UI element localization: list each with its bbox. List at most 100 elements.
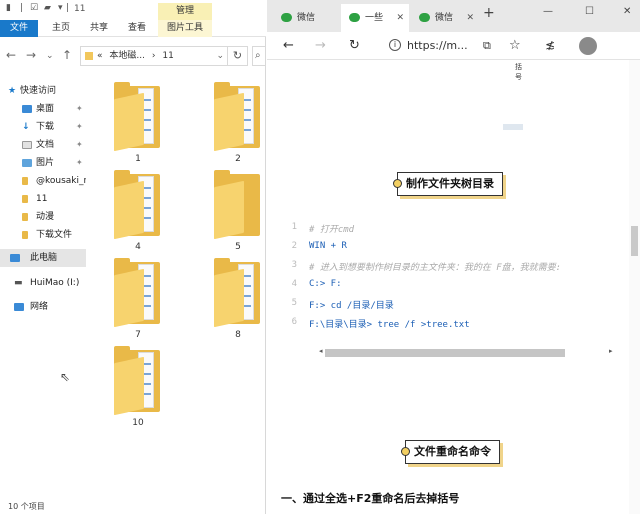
breadcrumb-local-disk[interactable]: 本地磁... (109, 51, 145, 61)
up-icon[interactable]: ↑ (62, 48, 72, 62)
close-icon[interactable]: ✕ (466, 4, 474, 32)
folder-item[interactable]: 8 (198, 258, 278, 346)
nav-item-anime[interactable]: 动漫 (0, 208, 86, 226)
folder-item[interactable]: 1 (98, 82, 178, 170)
nav-label: @kousaki_r (36, 176, 86, 186)
forward-icon[interactable]: → (315, 38, 326, 53)
maximize-icon[interactable]: ☐ (585, 6, 594, 17)
favorites-list-icon[interactable]: ≴ (545, 38, 555, 52)
folder-front (114, 180, 144, 240)
nav-item-download-files[interactable]: 下载文件 (0, 226, 86, 244)
close-icon[interactable]: ✕ (396, 4, 404, 32)
pin-icon[interactable]: ✦ (76, 100, 83, 118)
back-icon[interactable]: ← (6, 48, 16, 62)
new-folder-icon[interactable]: ▰ (44, 3, 51, 13)
new-tab-icon[interactable]: + (483, 5, 495, 21)
tab-share[interactable]: 共享 (82, 20, 116, 37)
heading-text: 制作文件夹树目录 (406, 177, 494, 190)
section-heading-rename: 文件重命名命令 (401, 440, 500, 464)
folder-item[interactable]: 4 (98, 170, 178, 258)
chevron-down-icon[interactable]: ▾ (58, 3, 63, 13)
breadcrumb-11[interactable]: 11 (162, 51, 173, 61)
tab-label: 一些 (365, 13, 384, 23)
nav-label: 动漫 (36, 212, 55, 222)
folder-icon (22, 213, 28, 221)
forward-icon[interactable]: → (26, 48, 36, 62)
close-window-icon[interactable]: ✕ (623, 6, 631, 17)
folder-icon (85, 52, 93, 60)
line-number: 1 (291, 222, 297, 232)
pin-icon[interactable]: ✦ (76, 118, 83, 136)
avatar[interactable] (579, 37, 597, 55)
browser-tab[interactable]: 微信 (273, 4, 339, 32)
screen: ▮ | ☑ ▰ ▾ | 11 管理 文件 主页 共享 查看 图片工具 ← → ⌄… (0, 0, 640, 514)
refresh-icon[interactable]: ↻ (228, 46, 248, 66)
refresh-icon[interactable]: ↻ (349, 38, 360, 53)
article-image: 括号 (277, 62, 523, 132)
minimize-icon[interactable]: — (543, 6, 553, 17)
tab-home[interactable]: 主页 (44, 20, 78, 37)
tab-strip: 微信 一些 ✕ 微信 ✕ + — ☐ ✕ (267, 0, 640, 32)
nav-item-drive[interactable]: ▬ HuiMao (I:) (0, 274, 86, 292)
nav-item-pictures[interactable]: 图片 ✦ (0, 154, 86, 172)
folder-label: 2 (235, 154, 241, 164)
folder-label: 10 (132, 418, 144, 428)
tab-file[interactable]: 文件 (0, 20, 38, 37)
chevron-down-icon[interactable]: ⌄ (46, 51, 54, 61)
folder-front (114, 356, 144, 416)
folder-item[interactable]: 5 (198, 170, 278, 258)
search-icon[interactable]: ⌕ (252, 46, 266, 66)
folder-item[interactable]: 7 (98, 258, 178, 346)
tab-label: 微信 (297, 13, 316, 23)
quick-access[interactable]: ★ 快速访问 (0, 82, 86, 100)
nav-label: 下载文件 (36, 230, 73, 240)
url-bar[interactable]: i https://m... (385, 37, 485, 55)
address-bar[interactable]: « 本地磁... › 11 ⌄ (80, 46, 228, 66)
ribbon-tabs: 文件 主页 共享 查看 图片工具 (0, 20, 266, 37)
back-icon[interactable]: ← (283, 38, 294, 53)
nav-item-desktop[interactable]: 桌面 ✦ (0, 100, 86, 118)
chevron-down-icon[interactable]: ⌄ (216, 47, 224, 65)
info-icon[interactable]: i (389, 39, 401, 51)
nav-label: 下载 (36, 122, 55, 132)
nav-label: HuiMao (I:) (30, 278, 80, 288)
explorer-titlebar: ▮ | ☑ ▰ ▾ | 11 管理 (0, 0, 266, 20)
nav-item-kousaki[interactable]: @kousaki_r (0, 172, 86, 190)
nav-item-documents[interactable]: 文档 ✦ (0, 136, 86, 154)
line-number: 4 (291, 279, 297, 289)
line-number: 5 (291, 298, 297, 308)
pin-icon[interactable]: ✦ (76, 154, 83, 172)
url-text: https://m... (407, 39, 468, 52)
page-vertical-scrollbar[interactable] (629, 60, 640, 514)
folder-item[interactable]: 10 (98, 346, 178, 434)
properties-icon[interactable]: ☑ (30, 3, 38, 13)
wechat-icon (419, 13, 430, 22)
nav-label: 11 (36, 194, 48, 204)
folder-front (214, 268, 244, 328)
drive-icon: ▬ (14, 278, 23, 288)
computer-icon (10, 254, 20, 262)
tab-picture-tools[interactable]: 图片工具 (158, 20, 212, 37)
scroll-right-icon[interactable]: ▸ (609, 347, 613, 355)
folder-grid: 1 2 4 5 7 8 10 (98, 76, 266, 496)
nav-item-11[interactable]: 11 (0, 190, 86, 208)
folder-icon (22, 177, 28, 185)
nav-label: 网络 (30, 302, 49, 312)
manage-tab[interactable]: 管理 (158, 3, 212, 20)
folder-label: 7 (135, 330, 141, 340)
scroll-thumb[interactable] (325, 349, 565, 357)
pin-icon[interactable]: ✦ (76, 136, 83, 154)
browser-tab-active[interactable]: 一些 ✕ (341, 4, 409, 32)
browser-tab[interactable]: 微信 ✕ (411, 4, 479, 32)
scroll-thumb[interactable] (631, 226, 638, 256)
favorite-star-icon[interactable]: ☆ (509, 38, 521, 53)
code-horizontal-scrollbar[interactable]: ◂ ▸ (319, 346, 619, 358)
tab-view[interactable]: 查看 (120, 20, 154, 37)
folder-item[interactable]: 2 (198, 82, 278, 170)
nav-item-downloads[interactable]: ↓ 下载 ✦ (0, 118, 86, 136)
nav-item-network[interactable]: 网络 (0, 298, 86, 316)
read-aloud-icon[interactable]: ⧉ (483, 39, 491, 53)
scroll-left-icon[interactable]: ◂ (319, 347, 323, 355)
folder-label: 1 (135, 154, 141, 164)
nav-item-this-pc[interactable]: 此电脑 (0, 249, 86, 267)
